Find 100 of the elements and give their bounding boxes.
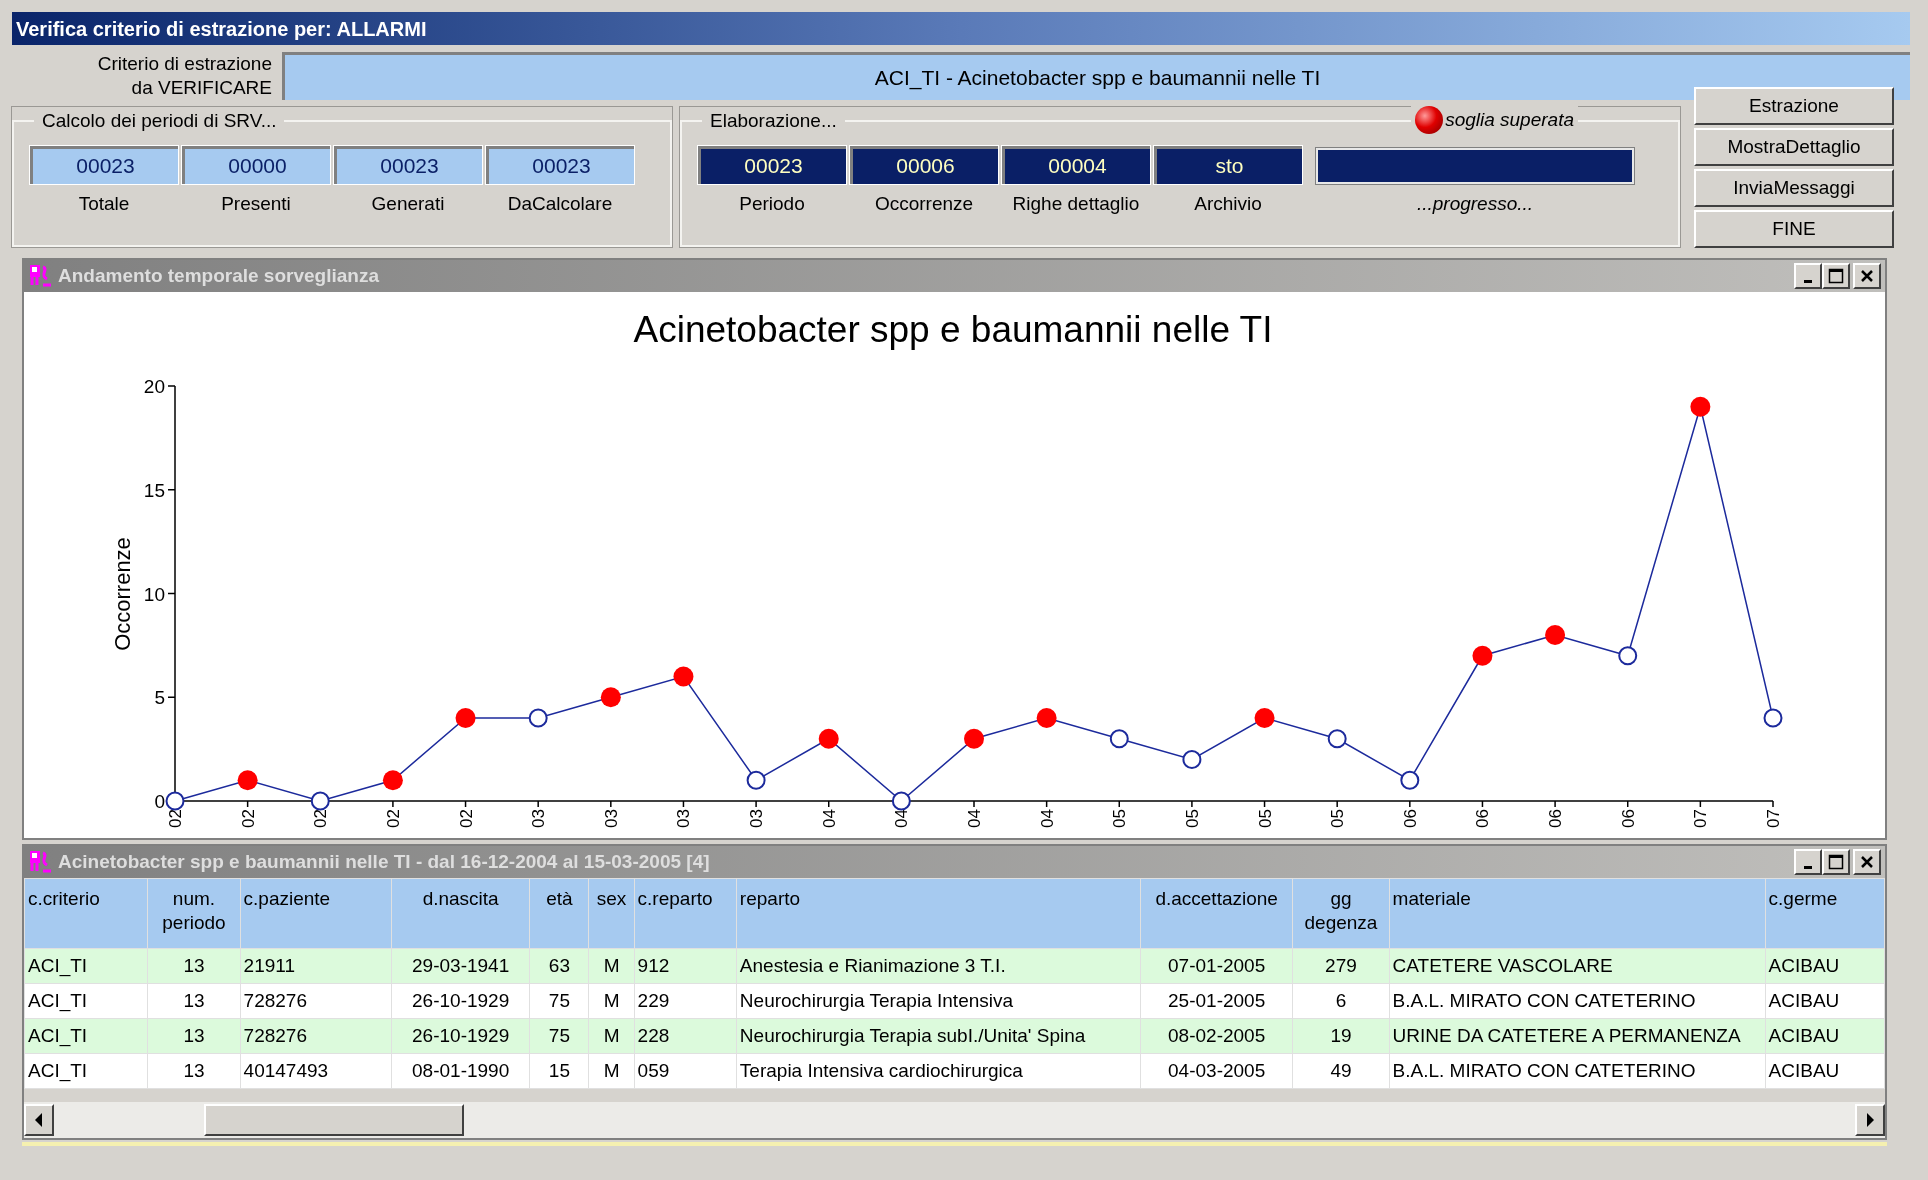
counter-label: Totale <box>78 191 130 216</box>
table-cell: ACI_TI <box>24 1053 148 1089</box>
table-cell: M <box>589 983 635 1019</box>
counter-field: 00023 <box>334 145 482 184</box>
table-cell: URINE DA CATETERE A PERMANENZA <box>1389 1018 1766 1054</box>
counter-label: Archivio <box>1194 191 1262 216</box>
tick-label: 15 <box>143 479 165 501</box>
counter-field: 00023 <box>486 145 634 184</box>
table-cell: Neurochirurgia Terapia Intensiva <box>736 983 1141 1019</box>
left-arrow-icon <box>34 1113 44 1127</box>
column-header[interactable]: num. periodo <box>147 878 241 949</box>
table-cell: ACI_TI <box>24 1018 148 1054</box>
column-header[interactable]: c.reparto <box>634 878 737 949</box>
field-label: Criterio di estrazione da VERIFICARE <box>96 52 272 100</box>
counter-field: sto <box>1154 145 1302 184</box>
criterion-field[interactable]: ACI_TI - Acinetobacter spp e baumannii nelle TI <box>282 52 1910 100</box>
table-cell: M <box>589 1053 635 1089</box>
tick-label: 06 <box>1546 809 1566 828</box>
window-title: Acinetobacter spp e baumannii nelle TI - dal 16-12-2004 al 15-03-2005 [4] <box>58 849 711 874</box>
table-cell: 728276 <box>240 1018 392 1054</box>
tick-label: 02 <box>456 809 476 828</box>
minimize-button[interactable] <box>1794 849 1822 875</box>
table-cell: 25-01-2005 <box>1140 983 1293 1019</box>
table-cell: 279 <box>1292 948 1390 984</box>
minimize-button[interactable] <box>1794 263 1822 289</box>
group-label: Calcolo dei periodi di SRV... <box>41 109 278 133</box>
app-icon <box>28 849 54 875</box>
tick-label: 02 <box>238 809 258 828</box>
scrollbar-thumb[interactable] <box>204 1104 464 1136</box>
table-cell: 29-03-1941 <box>391 948 530 984</box>
table-cell: 26-10-1929 <box>391 1018 530 1054</box>
counter-label: Righe dettaglio <box>1012 191 1140 216</box>
scroll-left-button[interactable] <box>24 1104 54 1136</box>
tick-label: 07 <box>1764 809 1783 828</box>
table-cell: CATETERE VASCOLARE <box>1389 948 1766 984</box>
column-header[interactable]: sex <box>589 878 635 949</box>
column-header[interactable]: d.nascita <box>391 878 530 949</box>
action-button[interactable]: InviaMessaggi <box>1694 169 1894 207</box>
close-icon <box>1860 855 1874 869</box>
table-cell: 19 <box>1292 1018 1390 1054</box>
maximize-button[interactable] <box>1822 263 1850 289</box>
column-header[interactable]: c.germe <box>1765 878 1885 949</box>
tick-label: 04 <box>1037 809 1057 828</box>
column-header[interactable]: d.accettazione <box>1140 878 1293 949</box>
table-cell: 08-01-1990 <box>391 1053 530 1089</box>
tick-label: 03 <box>601 809 621 828</box>
table-cell: 13 <box>147 1053 241 1089</box>
tick-label: 04 <box>965 809 984 828</box>
column-header[interactable]: c.criterio <box>24 878 148 949</box>
column-header[interactable]: materiale <box>1389 878 1766 949</box>
axis-label: Occorrenze <box>110 537 135 651</box>
counter-label: Generati <box>371 191 445 216</box>
window-title: Andamento temporale sorveglianza <box>58 263 380 288</box>
alarm-label: soglia superata <box>1445 107 1574 132</box>
tick-label: 06 <box>1400 809 1420 828</box>
table-cell: 912 <box>634 948 737 984</box>
counter-label: Occorrenze <box>874 191 974 216</box>
table-cell: 728276 <box>240 983 392 1019</box>
tick-label: 02 <box>166 809 185 828</box>
maximize-button[interactable] <box>1822 849 1850 875</box>
table-cell: M <box>589 1018 635 1054</box>
tick-label: 5 <box>154 687 165 709</box>
minimize-icon <box>1804 279 1812 283</box>
counter-label: DaCalcolare <box>507 191 613 216</box>
close-button[interactable] <box>1853 263 1881 289</box>
table-cell: 6 <box>1292 983 1390 1019</box>
table-cell: M <box>589 948 635 984</box>
counter-field: 00023 <box>698 145 846 184</box>
table-cell: 13 <box>147 983 241 1019</box>
table-cell: ACIBAU <box>1765 948 1885 984</box>
counter-field: 00004 <box>1002 145 1150 184</box>
column-header[interactable]: gg degenza <box>1292 878 1390 949</box>
tick-label: 05 <box>1182 809 1202 828</box>
table-cell: ACI_TI <box>24 948 148 984</box>
table-cell: ACIBAU <box>1765 1018 1885 1054</box>
maximize-icon <box>1828 854 1844 870</box>
table-cell: Neurochirurgia Terapia subI./Unita' Spina <box>736 1018 1141 1054</box>
tick-label: 03 <box>747 809 767 828</box>
table-cell: 08-02-2005 <box>1140 1018 1293 1054</box>
scroll-right-button[interactable] <box>1855 1104 1885 1136</box>
counter-field: 00023 <box>30 145 178 184</box>
column-header[interactable]: reparto <box>736 878 1141 949</box>
table-cell: 228 <box>634 1018 737 1054</box>
app-icon <box>28 263 54 289</box>
tick-label: 03 <box>529 809 549 828</box>
column-header[interactable]: c.paziente <box>240 878 392 949</box>
table-cell: B.A.L. MIRATO CON CATETERINO <box>1389 1053 1766 1089</box>
table-cell: 49 <box>1292 1053 1390 1089</box>
tick-label: 02 <box>311 809 331 828</box>
column-header[interactable]: età <box>529 878 589 949</box>
tick-label: 04 <box>819 809 839 828</box>
action-button[interactable]: FINE <box>1694 210 1894 248</box>
table-cell: 21911 <box>240 948 392 984</box>
action-button[interactable]: MostraDettaglio <box>1694 128 1894 166</box>
tick-label: 07 <box>1691 809 1711 828</box>
table-cell: 07-01-2005 <box>1140 948 1293 984</box>
action-button[interactable]: Estrazione <box>1694 87 1894 125</box>
progress-label: ...progresso... <box>1416 191 1534 216</box>
counter-label: Periodo <box>739 191 805 216</box>
close-button[interactable] <box>1853 849 1881 875</box>
